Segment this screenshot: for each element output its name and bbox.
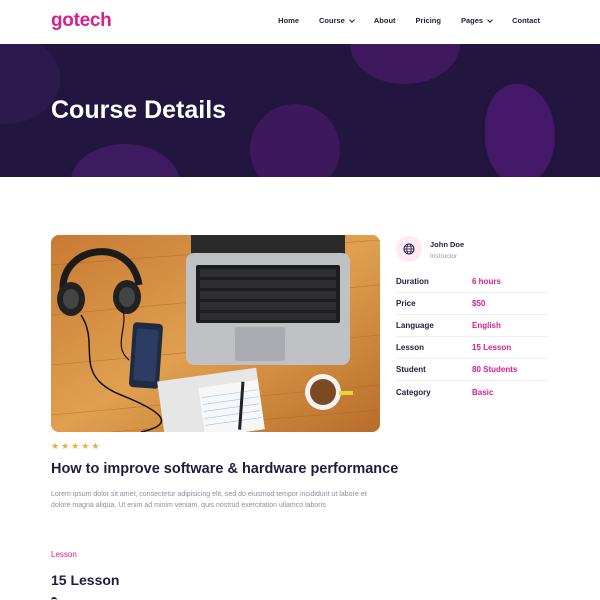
site-header: gotech Home Course About Pricing Pages C… (0, 0, 600, 44)
info-key: Category (396, 387, 431, 397)
nav-item-label: Home (278, 16, 300, 25)
globe-icon (403, 243, 415, 255)
page-hero: Course Details (0, 44, 600, 177)
section-label: Lesson (51, 550, 77, 559)
course-image (51, 235, 380, 432)
info-key: Lesson (396, 343, 425, 352)
info-row-category: Category Basic (396, 381, 548, 403)
nav-item-label: Contact (512, 16, 540, 25)
info-value: Basic (472, 387, 494, 397)
chevron-down-icon (487, 16, 493, 23)
info-row-lesson: Lesson 15 Lesson (396, 337, 548, 359)
decorative-blob (485, 84, 555, 177)
info-row-student: Student 80 Students (396, 359, 548, 381)
course-photo (51, 235, 380, 432)
info-row-price: Price $50 (396, 293, 548, 315)
nav-item-about[interactable]: About (374, 16, 396, 25)
course-title: How to improve software & hardware perfo… (51, 461, 399, 477)
laptop-illustration (186, 235, 350, 365)
nav-item-label: About (373, 16, 396, 25)
main-nav: Home Course About Pricing Pages Contact (258, 16, 540, 25)
star-icon: ★ (81, 441, 90, 451)
nav-item-home[interactable]: Home (278, 16, 299, 25)
info-key: Price (396, 299, 416, 308)
info-row-duration: Duration 6 hours (396, 271, 548, 293)
decorative-blob (350, 44, 460, 84)
rating-stars: ★ ★ ★ ★ ★ (51, 442, 99, 451)
nav-item-course[interactable]: Course (319, 16, 355, 25)
nav-item-label: Course (319, 16, 345, 25)
instructor-name: John Doe (430, 240, 465, 249)
info-key: Duration (396, 277, 429, 286)
info-value: 6 hours (472, 277, 501, 286)
info-value: English (472, 321, 501, 330)
nav-item-label: Pages (460, 16, 484, 25)
nav-item-pages[interactable]: Pages (460, 16, 493, 25)
page-title: Course Details (51, 96, 227, 124)
instructor-card: John Doe Instructor (396, 236, 548, 266)
info-value: $50 (472, 299, 486, 308)
chevron-down-icon (349, 16, 355, 23)
info-value: 80 Students (472, 365, 518, 374)
star-icon: ★ (71, 441, 80, 451)
avatar (396, 236, 422, 262)
info-row-language: Language English (396, 315, 548, 337)
section-heading: 15 Lesson (51, 572, 120, 588)
star-icon: ★ (51, 441, 60, 451)
star-icon: ★ (61, 441, 70, 451)
course-info-table: Duration 6 hours Price $50 Language Engl… (396, 271, 548, 403)
instructor-role: Instructor (430, 253, 458, 260)
info-key: Language (396, 321, 434, 330)
logo[interactable]: gotech (51, 10, 112, 32)
decorative-blob (250, 104, 340, 177)
nav-item-contact[interactable]: Contact (512, 16, 540, 25)
info-key: Student (396, 365, 426, 374)
star-icon: ★ (91, 441, 100, 451)
course-description: Lorem ipsum dolor sit amet, consectetur … (51, 491, 367, 509)
decorative-blob (70, 144, 180, 177)
nav-item-label: Pricing (415, 16, 441, 25)
info-value: 15 Lesson (472, 343, 512, 352)
nav-item-pricing[interactable]: Pricing (416, 16, 441, 25)
